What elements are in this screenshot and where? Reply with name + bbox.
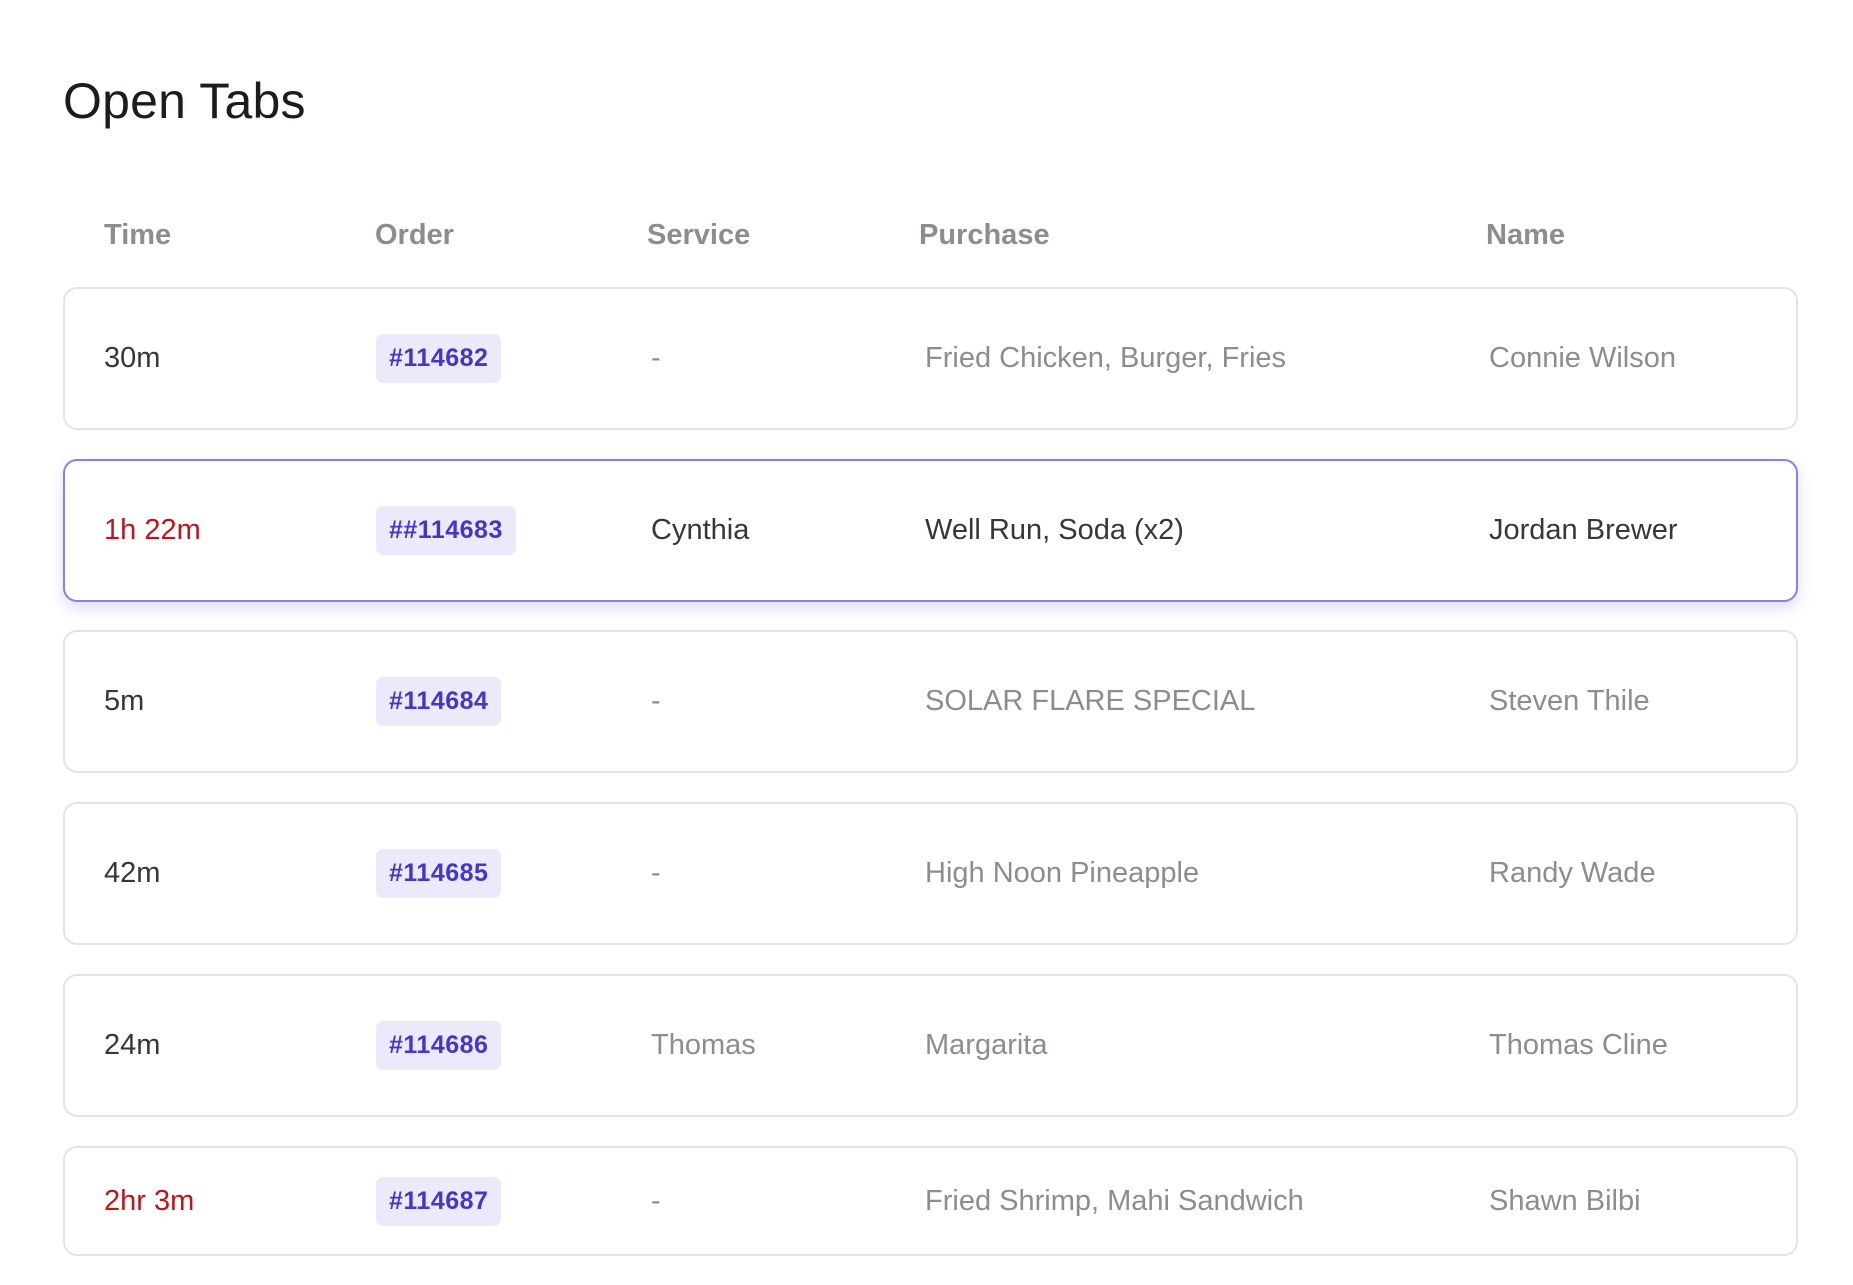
tab-row[interactable]: 2hr 3m #114687 - Fried Shrimp, Mahi Sand… bbox=[63, 1146, 1798, 1256]
purchase-items: Margarita bbox=[925, 1029, 1048, 1061]
time-elapsed: 24m bbox=[104, 1029, 161, 1061]
column-header-time[interactable]: Time bbox=[104, 210, 171, 260]
service-server: - bbox=[651, 857, 661, 889]
page-title: Open Tabs bbox=[63, 73, 306, 129]
order-cell: #114686 bbox=[376, 976, 502, 1115]
purchase-items: High Noon Pineapple bbox=[925, 857, 1200, 889]
service-server: - bbox=[651, 342, 661, 374]
order-number-badge[interactable]: #114682 bbox=[376, 334, 502, 383]
service-server: Cynthia bbox=[651, 514, 750, 546]
tab-row[interactable]: 42m #114685 - High Noon Pineapple Randy … bbox=[63, 802, 1798, 945]
column-header-purchase[interactable]: Purchase bbox=[919, 210, 1050, 260]
customer-name: Shawn Bilbi bbox=[1489, 1184, 1641, 1217]
time-elapsed: 30m bbox=[104, 342, 161, 374]
purchase-items: Well Run, Soda (x2) bbox=[925, 514, 1184, 546]
order-cell: #114685 bbox=[376, 804, 502, 943]
open-tabs-page: Open Tabs Time Order Service Purchase Na… bbox=[0, 0, 1853, 1260]
purchase-items: Fried Shrimp, Mahi Sandwich bbox=[925, 1184, 1304, 1217]
column-header-service[interactable]: Service bbox=[647, 210, 750, 260]
order-cell: #114684 bbox=[376, 632, 502, 771]
table-header: Time Order Service Purchase Name bbox=[63, 210, 1798, 260]
order-cell: #114687 bbox=[376, 1148, 502, 1254]
order-number-badge[interactable]: #114685 bbox=[376, 849, 502, 898]
column-header-order[interactable]: Order bbox=[375, 210, 454, 260]
time-elapsed: 5m bbox=[104, 685, 145, 717]
column-header-name[interactable]: Name bbox=[1486, 210, 1565, 260]
customer-name: Jordan Brewer bbox=[1489, 514, 1678, 546]
time-elapsed: 42m bbox=[104, 857, 161, 889]
purchase-items: SOLAR FLARE SPECIAL bbox=[925, 685, 1256, 717]
time-elapsed: 1h 22m bbox=[104, 514, 201, 546]
order-number-badge[interactable]: #114684 bbox=[376, 677, 502, 726]
tab-row[interactable]: 5m #114684 - SOLAR FLARE SPECIAL Steven … bbox=[63, 630, 1798, 773]
service-server: - bbox=[651, 685, 661, 717]
open-tabs-list: 30m #114682 - Fried Chicken, Burger, Fri… bbox=[63, 287, 1798, 1285]
order-number-badge[interactable]: ##114683 bbox=[376, 506, 516, 555]
customer-name: Steven Thile bbox=[1489, 685, 1650, 717]
tab-row-selected[interactable]: 1h 22m ##114683 Cynthia Well Run, Soda (… bbox=[63, 459, 1798, 602]
order-cell: ##114683 bbox=[376, 461, 516, 600]
order-number-badge[interactable]: #114687 bbox=[376, 1176, 502, 1226]
service-server: - bbox=[651, 1184, 661, 1217]
time-elapsed: 2hr 3m bbox=[104, 1184, 195, 1217]
order-cell: #114682 bbox=[376, 289, 502, 428]
purchase-items: Fried Chicken, Burger, Fries bbox=[925, 342, 1287, 374]
customer-name: Connie Wilson bbox=[1489, 342, 1676, 374]
service-server: Thomas bbox=[651, 1029, 756, 1061]
tab-row[interactable]: 30m #114682 - Fried Chicken, Burger, Fri… bbox=[63, 287, 1798, 430]
order-number-badge[interactable]: #114686 bbox=[376, 1021, 502, 1070]
tab-row[interactable]: 24m #114686 Thomas Margarita Thomas Clin… bbox=[63, 974, 1798, 1117]
customer-name: Thomas Cline bbox=[1489, 1029, 1668, 1061]
customer-name: Randy Wade bbox=[1489, 857, 1656, 889]
